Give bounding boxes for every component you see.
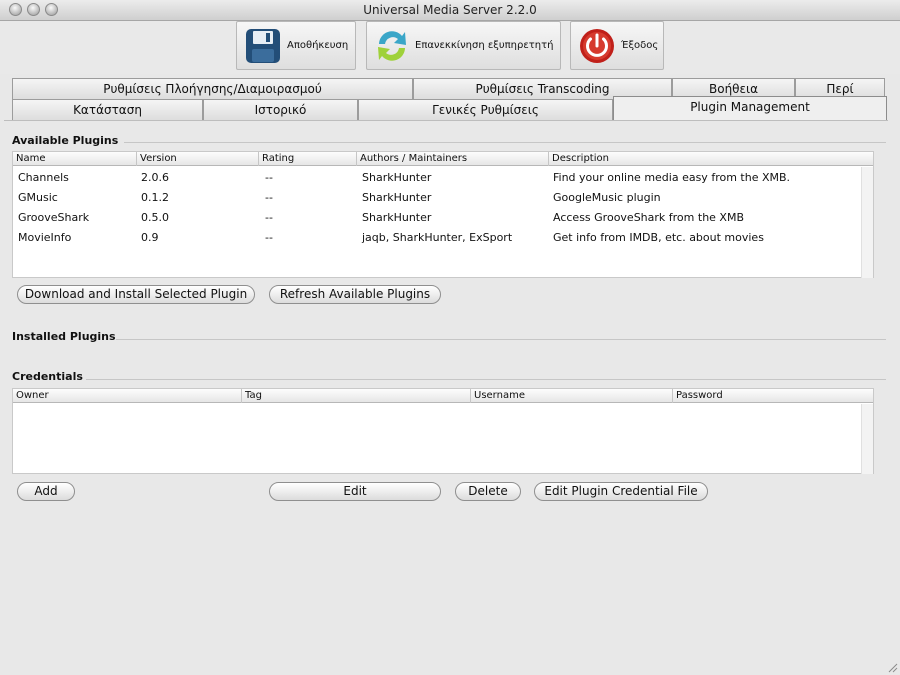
save-label: Αποθήκευση (287, 40, 349, 51)
cell-description: Get info from IMDB, etc. about movies (553, 231, 764, 244)
credentials-title: Credentials (12, 370, 83, 383)
available-plugins-table[interactable]: Name Version Rating Authors / Maintainer… (12, 151, 874, 278)
edit-credential-button[interactable]: Edit (269, 482, 441, 501)
cell-description: Access GrooveShark from the XMB (553, 211, 744, 224)
cell-description: Find your online media easy from the XMB… (553, 171, 791, 184)
power-icon (580, 28, 614, 63)
table-row[interactable]: GrooveShark 0.5.0 -- SharkHunter Access … (13, 208, 873, 228)
cell-description: GoogleMusic plugin (553, 191, 661, 204)
cell-name: MovieInfo (18, 231, 72, 244)
table-header: Name Version Rating Authors / Maintainer… (13, 152, 873, 166)
tab-label: Ιστορικό (254, 103, 307, 117)
section-divider (124, 142, 886, 143)
table-row[interactable]: MovieInfo 0.9 -- jaqb, SharkHunter, ExSp… (13, 228, 873, 248)
cell-rating: -- (265, 191, 273, 204)
tab-plugin-management[interactable]: Plugin Management (613, 96, 887, 120)
available-plugins-title: Available Plugins (12, 134, 119, 147)
tab-label: Ρυθμίσεις Πλοήγησης/Διαμοιρασμού (103, 82, 322, 96)
cell-name: Channels (18, 171, 69, 184)
table-row[interactable]: GMusic 0.1.2 -- SharkHunter GoogleMusic … (13, 188, 873, 208)
title-bar: Universal Media Server 2.2.0 (0, 0, 900, 21)
tab-label: Plugin Management (690, 100, 810, 114)
download-install-plugin-button[interactable]: Download and Install Selected Plugin (17, 285, 255, 304)
column-header-tag[interactable]: Tag (242, 389, 471, 403)
cell-authors: SharkHunter (362, 211, 432, 224)
save-button[interactable]: Αποθήκευση (236, 21, 356, 70)
column-header-password[interactable]: Password (673, 389, 875, 403)
delete-credential-button[interactable]: Delete (455, 482, 521, 501)
column-header-username[interactable]: Username (471, 389, 673, 403)
installed-plugins-title: Installed Plugins (12, 330, 116, 343)
edit-credential-file-button[interactable]: Edit Plugin Credential File (534, 482, 708, 501)
cell-name: GMusic (18, 191, 58, 204)
tab-row-bottom: Κατάσταση Ιστορικό Γενικές Ρυθμίσεις Plu… (12, 96, 888, 121)
resize-grip-icon[interactable] (886, 661, 898, 673)
tab-label: Βοήθεια (709, 82, 758, 96)
plugin-management-panel: Available Plugins Name Version Rating Au… (4, 120, 888, 670)
cell-rating: -- (265, 211, 273, 224)
table-scrollbar[interactable] (861, 167, 873, 278)
cell-version: 0.5.0 (141, 211, 169, 224)
close-window-button[interactable] (9, 3, 22, 16)
tab-label: Γενικές Ρυθμίσεις (432, 103, 539, 117)
tab-label: Περί (826, 82, 854, 96)
toolbar: Αποθήκευση Επανεκκίνηση εξυπηρετητή Έξοδ… (0, 21, 900, 74)
column-header-authors[interactable]: Authors / Maintainers (357, 152, 549, 166)
restart-label: Επανεκκίνηση εξυπηρετητή (415, 40, 554, 51)
cell-version: 0.9 (141, 231, 159, 244)
window-title: Universal Media Server 2.2.0 (363, 3, 537, 17)
quit-button[interactable]: Έξοδος (570, 21, 664, 70)
minimize-window-button[interactable] (27, 3, 40, 16)
table-scrollbar[interactable] (861, 404, 873, 474)
tab-general-settings[interactable]: Γενικές Ρυθμίσεις (358, 99, 613, 121)
add-credential-button[interactable]: Add (17, 482, 75, 501)
tab-navigation-sharing[interactable]: Ρυθμίσεις Πλοήγησης/Διαμοιρασμού (12, 78, 413, 100)
cell-rating: -- (265, 231, 273, 244)
section-divider (116, 339, 886, 340)
column-header-owner[interactable]: Owner (13, 389, 242, 403)
cell-authors: SharkHunter (362, 191, 432, 204)
refresh-plugins-button[interactable]: Refresh Available Plugins (269, 285, 441, 304)
tab-label: Ρυθμίσεις Transcoding (475, 82, 610, 96)
cell-authors: SharkHunter (362, 171, 432, 184)
tab-history[interactable]: Ιστορικό (203, 99, 358, 121)
column-header-description[interactable]: Description (549, 152, 875, 166)
table-row[interactable]: Channels 2.0.6 -- SharkHunter Find your … (13, 168, 873, 188)
column-header-rating[interactable]: Rating (259, 152, 357, 166)
table-header: Owner Tag Username Password (13, 389, 873, 403)
cell-name: GrooveShark (18, 211, 90, 224)
section-divider (86, 379, 886, 380)
column-header-version[interactable]: Version (137, 152, 259, 166)
cell-version: 0.1.2 (141, 191, 169, 204)
tab-label: Κατάσταση (73, 103, 142, 117)
quit-label: Έξοδος (621, 40, 659, 51)
zoom-window-button[interactable] (45, 3, 58, 16)
floppy-disk-icon (246, 28, 280, 63)
cell-authors: jaqb, SharkHunter, ExSport (362, 231, 513, 244)
restart-server-button[interactable]: Επανεκκίνηση εξυπηρετητή (366, 21, 561, 70)
tab-status[interactable]: Κατάσταση (12, 99, 203, 121)
refresh-arrows-icon (378, 30, 406, 61)
cell-version: 2.0.6 (141, 171, 169, 184)
credentials-table[interactable]: Owner Tag Username Password (12, 388, 874, 474)
cell-rating: -- (265, 171, 273, 184)
column-header-name[interactable]: Name (13, 152, 137, 166)
